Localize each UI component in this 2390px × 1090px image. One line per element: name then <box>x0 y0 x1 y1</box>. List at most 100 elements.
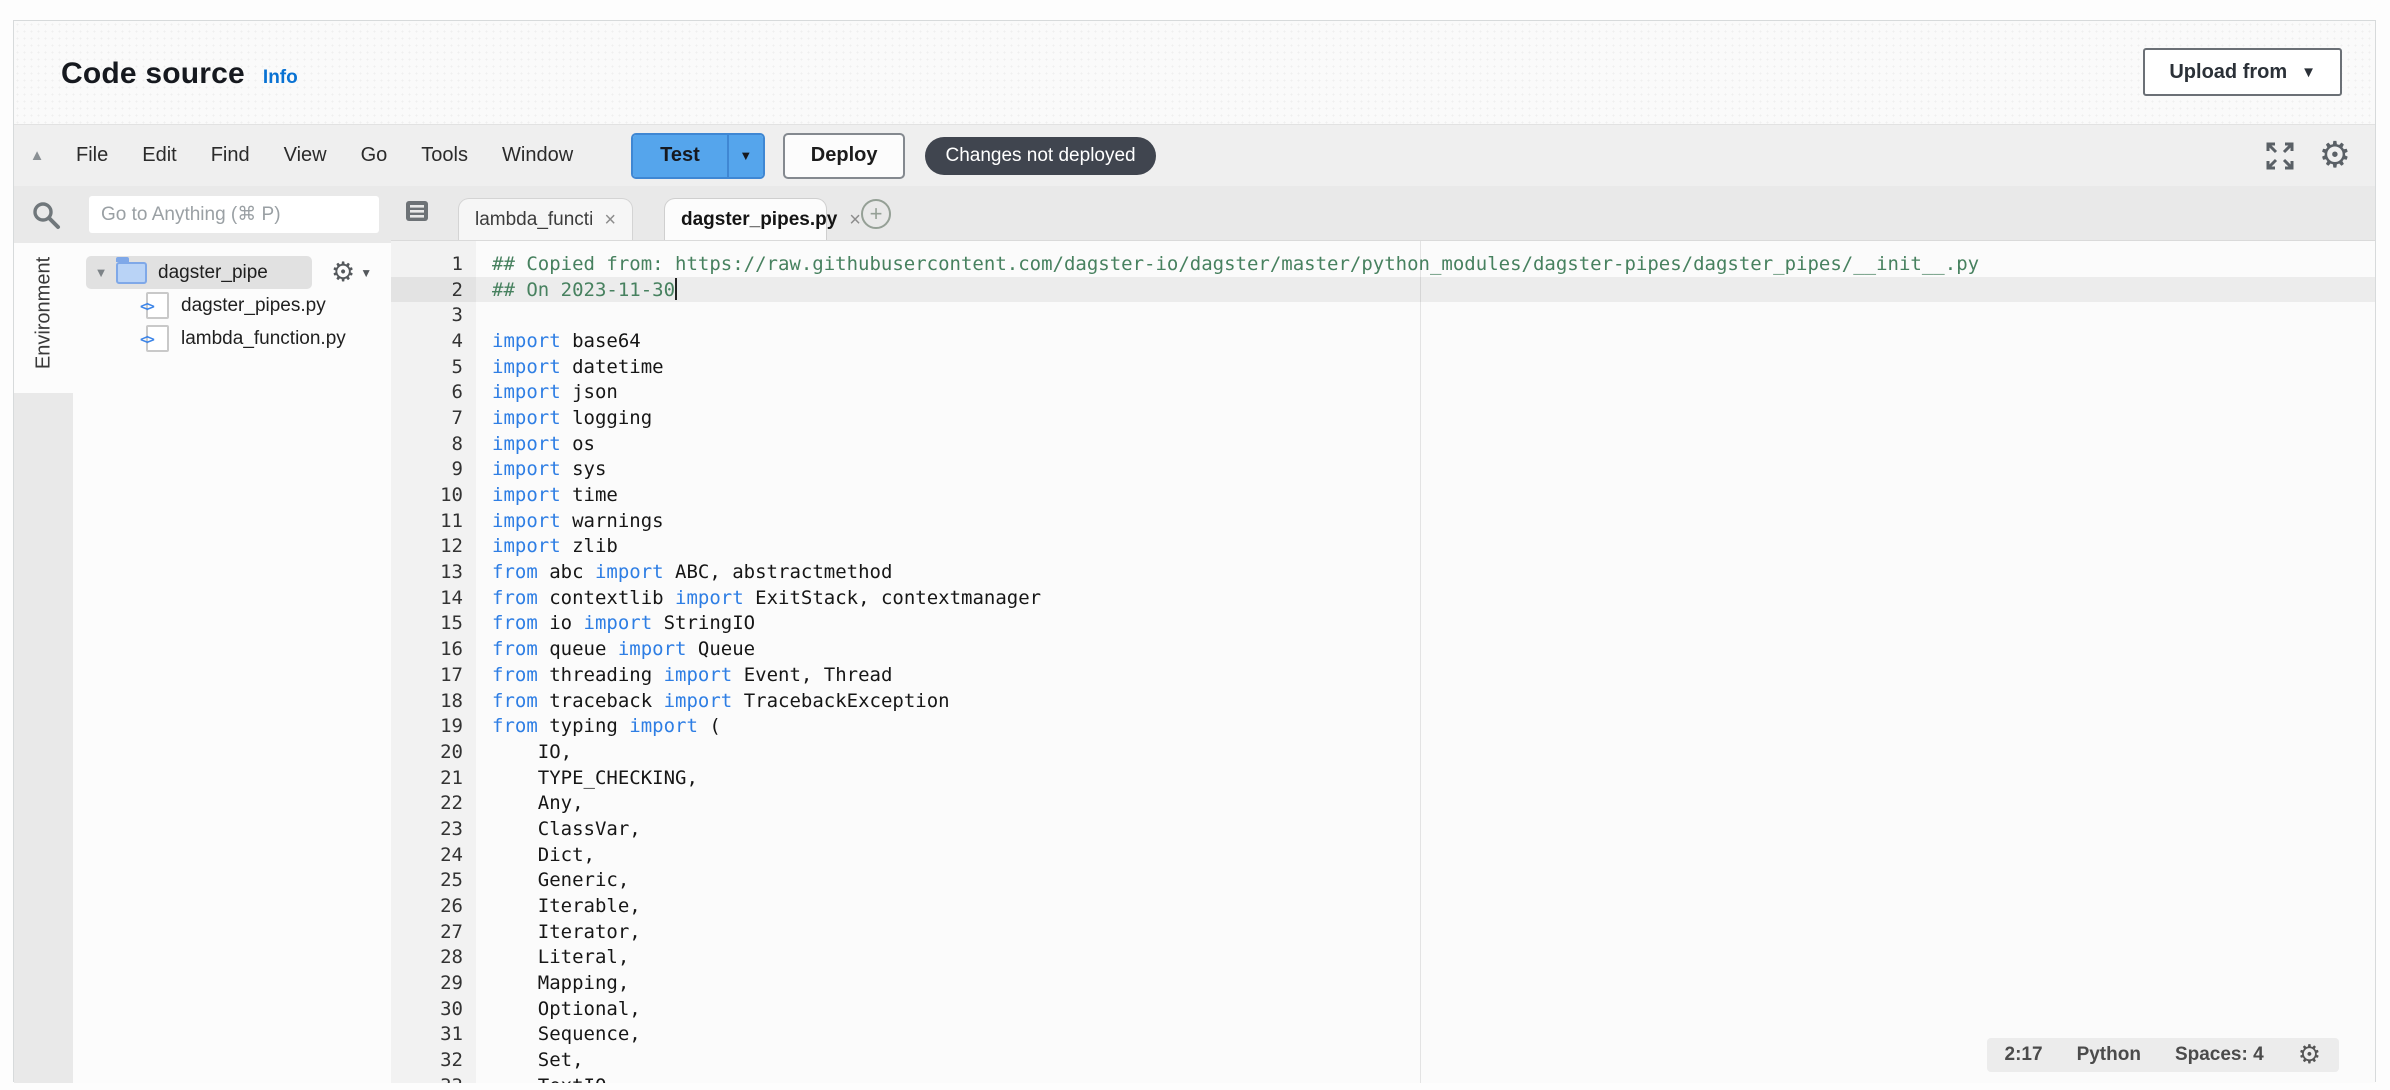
line-number: 29 <box>391 972 476 994</box>
code-line-27[interactable]: 27 Iterator, <box>391 919 2375 945</box>
line-content: from threading import Event, Thread <box>476 664 892 686</box>
line-number: 33 <box>391 1075 476 1083</box>
code-line-28[interactable]: 28 Literal, <box>391 945 2375 971</box>
line-number: 22 <box>391 792 476 814</box>
code-line-10[interactable]: 10import time <box>391 482 2375 508</box>
code-line-16[interactable]: 16from queue import Queue <box>391 636 2375 662</box>
code-line-30[interactable]: 30 Optional, <box>391 996 2375 1022</box>
deploy-button[interactable]: Deploy <box>783 133 906 179</box>
code-line-13[interactable]: 13from abc import ABC, abstractmethod <box>391 559 2375 585</box>
upload-from-button[interactable]: Upload from ▼ <box>2143 48 2342 96</box>
code-line-7[interactable]: 7import logging <box>391 405 2375 431</box>
code-line-15[interactable]: 15from io import StringIO <box>391 611 2375 637</box>
line-content: Optional, <box>476 998 641 1020</box>
test-dropdown-button[interactable]: ▼ <box>727 135 763 177</box>
python-file-icon: <> <box>146 325 169 352</box>
code-line-4[interactable]: 4import base64 <box>391 328 2375 354</box>
tree-folder-row[interactable]: ▼ dagster_pipes_funct ⚙ ▼ <box>73 256 391 289</box>
line-number: 20 <box>391 741 476 763</box>
line-content: ## Copied from: https://raw.githubuserco… <box>476 253 1979 275</box>
language-mode[interactable]: Python <box>2077 1044 2141 1066</box>
line-number: 13 <box>391 561 476 583</box>
code-line-12[interactable]: 12import zlib <box>391 534 2375 560</box>
editor-settings-gear-icon[interactable]: ⚙ <box>2319 138 2351 174</box>
menu-item-view[interactable]: View <box>268 134 343 177</box>
line-content: from queue import Queue <box>476 638 755 660</box>
environment-tab-label: Environment <box>32 257 55 369</box>
code-line-19[interactable]: 19from typing import ( <box>391 713 2375 739</box>
code-line-5[interactable]: 5import datetime <box>391 354 2375 380</box>
code-line-24[interactable]: 24 Dict, <box>391 842 2375 868</box>
folder-disclosure-icon[interactable]: ▼ <box>86 265 116 280</box>
code-line-25[interactable]: 25 Generic, <box>391 868 2375 894</box>
close-icon[interactable]: × <box>604 210 616 230</box>
go-to-anything-input[interactable] <box>89 196 379 233</box>
line-content: Dict, <box>476 844 595 866</box>
code-line-22[interactable]: 22 Any, <box>391 790 2375 816</box>
tree-file-dagster_pipes.py[interactable]: <>dagster_pipes.py <box>73 289 391 322</box>
code-line-6[interactable]: 6import json <box>391 379 2375 405</box>
code-line-2[interactable]: 2## On 2023-11-30 <box>391 277 2375 303</box>
menu-item-edit[interactable]: Edit <box>126 134 192 177</box>
test-button[interactable]: Test <box>633 135 727 177</box>
line-content: import os <box>476 433 595 455</box>
code-line-11[interactable]: 11import warnings <box>391 508 2375 534</box>
code-line-21[interactable]: 21 TYPE_CHECKING, <box>391 765 2375 791</box>
line-content: import base64 <box>476 330 641 352</box>
indent-setting[interactable]: Spaces: 4 <box>2175 1044 2264 1066</box>
code-line-18[interactable]: 18from traceback import TracebackExcepti… <box>391 688 2375 714</box>
line-content: Iterable, <box>476 895 641 917</box>
python-file-icon: <> <box>146 292 169 319</box>
sidebar: Environment ▼ dagster_pipes_funct ⚙ ▼ <box>14 186 391 1083</box>
code-line-29[interactable]: 29 Mapping, <box>391 970 2375 996</box>
code-line-9[interactable]: 9import sys <box>391 457 2375 483</box>
tab-list-icon[interactable] <box>405 200 433 226</box>
new-tab-button[interactable]: + <box>861 199 891 229</box>
chevron-down-icon: ▼ <box>360 266 372 280</box>
chevron-down-icon: ▼ <box>2301 64 2316 81</box>
code-line-26[interactable]: 26 Iterable, <box>391 893 2375 919</box>
line-content: Iterator, <box>476 921 641 943</box>
menu-item-file[interactable]: File <box>60 134 124 177</box>
line-content: ClassVar, <box>476 818 641 840</box>
line-number: 1 <box>391 253 476 275</box>
tab-lambda-function[interactable]: lambda_function. × <box>458 198 633 240</box>
text-cursor <box>675 278 677 300</box>
tree-file-lambda_function.py[interactable]: <>lambda_function.py <box>73 322 391 355</box>
page-title: Code source <box>61 57 245 91</box>
line-number: 31 <box>391 1023 476 1045</box>
code-line-14[interactable]: 14from contextlib import ExitStack, cont… <box>391 585 2375 611</box>
collapse-panel-icon[interactable]: ▲ <box>14 147 60 164</box>
code-line-20[interactable]: 20 IO, <box>391 739 2375 765</box>
menu-item-window[interactable]: Window <box>486 134 589 177</box>
fullscreen-icon[interactable] <box>2265 141 2295 171</box>
line-content: import time <box>476 484 618 506</box>
code-line-1[interactable]: 1## Copied from: https://raw.githubuserc… <box>391 251 2375 277</box>
environment-tab[interactable]: Environment <box>14 243 73 393</box>
editor-pane: lambda_function. × dagster_pipes.py × + … <box>391 186 2375 1083</box>
line-content: TYPE_CHECKING, <box>476 767 698 789</box>
code-line-8[interactable]: 8import os <box>391 431 2375 457</box>
info-link[interactable]: Info <box>263 67 298 89</box>
line-number: 24 <box>391 844 476 866</box>
line-number: 8 <box>391 433 476 455</box>
code-editor[interactable]: 1## Copied from: https://raw.githubuserc… <box>391 241 2375 1083</box>
line-number: 30 <box>391 998 476 1020</box>
code-line-3[interactable]: 3 <box>391 302 2375 328</box>
code-line-23[interactable]: 23 ClassVar, <box>391 816 2375 842</box>
statusbar-settings-gear-icon[interactable]: ⚙ <box>2298 1042 2321 1068</box>
close-icon[interactable]: × <box>849 210 861 230</box>
line-number: 16 <box>391 638 476 660</box>
menu-item-find[interactable]: Find <box>195 134 266 177</box>
line-number: 9 <box>391 458 476 480</box>
menu-item-tools[interactable]: Tools <box>405 134 484 177</box>
code-line-17[interactable]: 17from threading import Event, Thread <box>391 662 2375 688</box>
tree-settings-button[interactable]: ⚙ ▼ <box>331 259 372 286</box>
cursor-position[interactable]: 2:17 <box>2005 1044 2043 1066</box>
tab-dagster-pipes[interactable]: dagster_pipes.py × <box>664 198 827 240</box>
code-line-33[interactable]: 33 TextIO, <box>391 1073 2375 1083</box>
menu-item-go[interactable]: Go <box>345 134 404 177</box>
line-number: 26 <box>391 895 476 917</box>
test-button-group[interactable]: Test ▼ <box>631 133 765 179</box>
line-content: import sys <box>476 458 606 480</box>
